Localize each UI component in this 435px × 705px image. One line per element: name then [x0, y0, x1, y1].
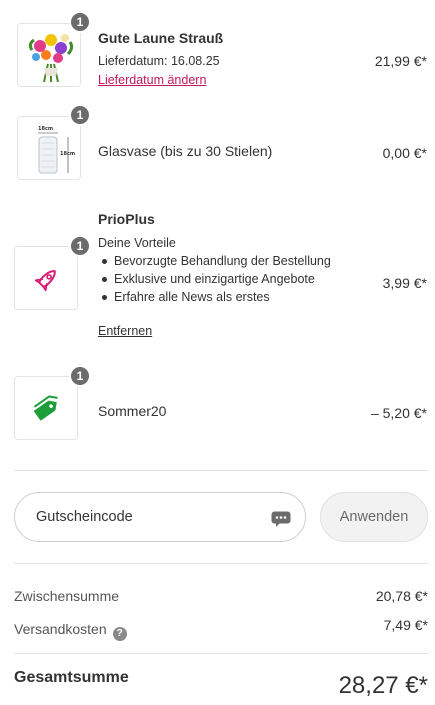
vase-illustration: 18cm 18cm	[18, 117, 80, 179]
total-label: Gesamtsumme	[14, 669, 129, 686]
subtotal-label: Zwischensumme	[14, 588, 120, 604]
quantity-badge: 1	[69, 11, 91, 33]
rocket-icon	[34, 270, 56, 292]
divider	[14, 470, 428, 471]
shipping-label: Versandkosten	[14, 621, 107, 637]
product-price: 0,00 €*	[382, 145, 427, 161]
tag-icon	[33, 395, 58, 421]
vase-image: 18cm 18cm	[17, 116, 81, 180]
product-price: 21,99 €*	[374, 53, 427, 69]
remove-link[interactable]: Entfernen	[98, 324, 152, 338]
coupon-image	[14, 376, 78, 440]
cart-item-prioplus: PrioPlus 1 Deine Vorteile Bevorzugte Beh…	[0, 200, 435, 360]
coupon-code-input[interactable]: Gutscheincode	[14, 492, 306, 542]
coupon-name: Sommer20	[98, 403, 167, 419]
benefits-list: Bevorzugte Behandlung der Bestellung Exk…	[98, 252, 331, 306]
vase-dim-top: 18cm	[38, 126, 53, 132]
subtotal-value: 20,78 €*	[375, 588, 428, 604]
shipping-value: 7,49 €*	[383, 617, 428, 633]
bouquet-image	[17, 23, 81, 87]
chat-bubble-icon	[271, 511, 291, 532]
benefits-title: Deine Vorteile	[98, 236, 176, 250]
prioplus-image	[14, 246, 78, 310]
divider	[14, 563, 428, 564]
product-price: 3,99 €*	[382, 275, 427, 291]
benefit-item: Exklusive und einzigartige Angebote	[98, 270, 331, 288]
divider	[14, 653, 428, 654]
help-icon[interactable]: ?	[112, 627, 127, 641]
cart-item-bouquet: 1 Gute Laune Strauß Lieferdatum: 16.08.2…	[0, 0, 435, 100]
coupon-discount: – 5,20 €*	[370, 405, 427, 421]
cart-item-coupon: 1 Sommer20 – 5,20 €*	[0, 360, 435, 460]
shipping-row: Versandkosten? 7,49 €*	[14, 617, 428, 641]
apply-coupon-button[interactable]: Anwenden	[320, 492, 428, 542]
quantity-badge: 1	[69, 235, 91, 257]
benefit-item: Erfahre alle News als erstes	[98, 288, 331, 306]
product-name: PrioPlus	[98, 211, 155, 227]
delivery-date: Lieferdatum: 16.08.25	[98, 54, 220, 68]
quantity-badge: 1	[69, 104, 91, 126]
total-value: 28,27 €*	[338, 672, 428, 699]
coupon-code-placeholder: Gutscheincode	[36, 509, 133, 525]
bouquet-illustration	[18, 24, 80, 86]
cart-item-vase: 18cm 18cm 1 Glasvase (bis zu 30 Stielen)…	[0, 100, 435, 200]
quantity-badge: 1	[69, 365, 91, 387]
product-name: Glasvase (bis zu 30 Stielen)	[98, 143, 273, 159]
product-name: Gute Laune Strauß	[98, 30, 224, 46]
benefit-item: Bevorzugte Behandlung der Bestellung	[98, 252, 331, 270]
vase-dim-side: 18cm	[60, 151, 75, 157]
subtotal-row: Zwischensumme 20,78 €*	[14, 588, 428, 604]
change-delivery-date-link[interactable]: Lieferdatum ändern	[98, 73, 206, 87]
